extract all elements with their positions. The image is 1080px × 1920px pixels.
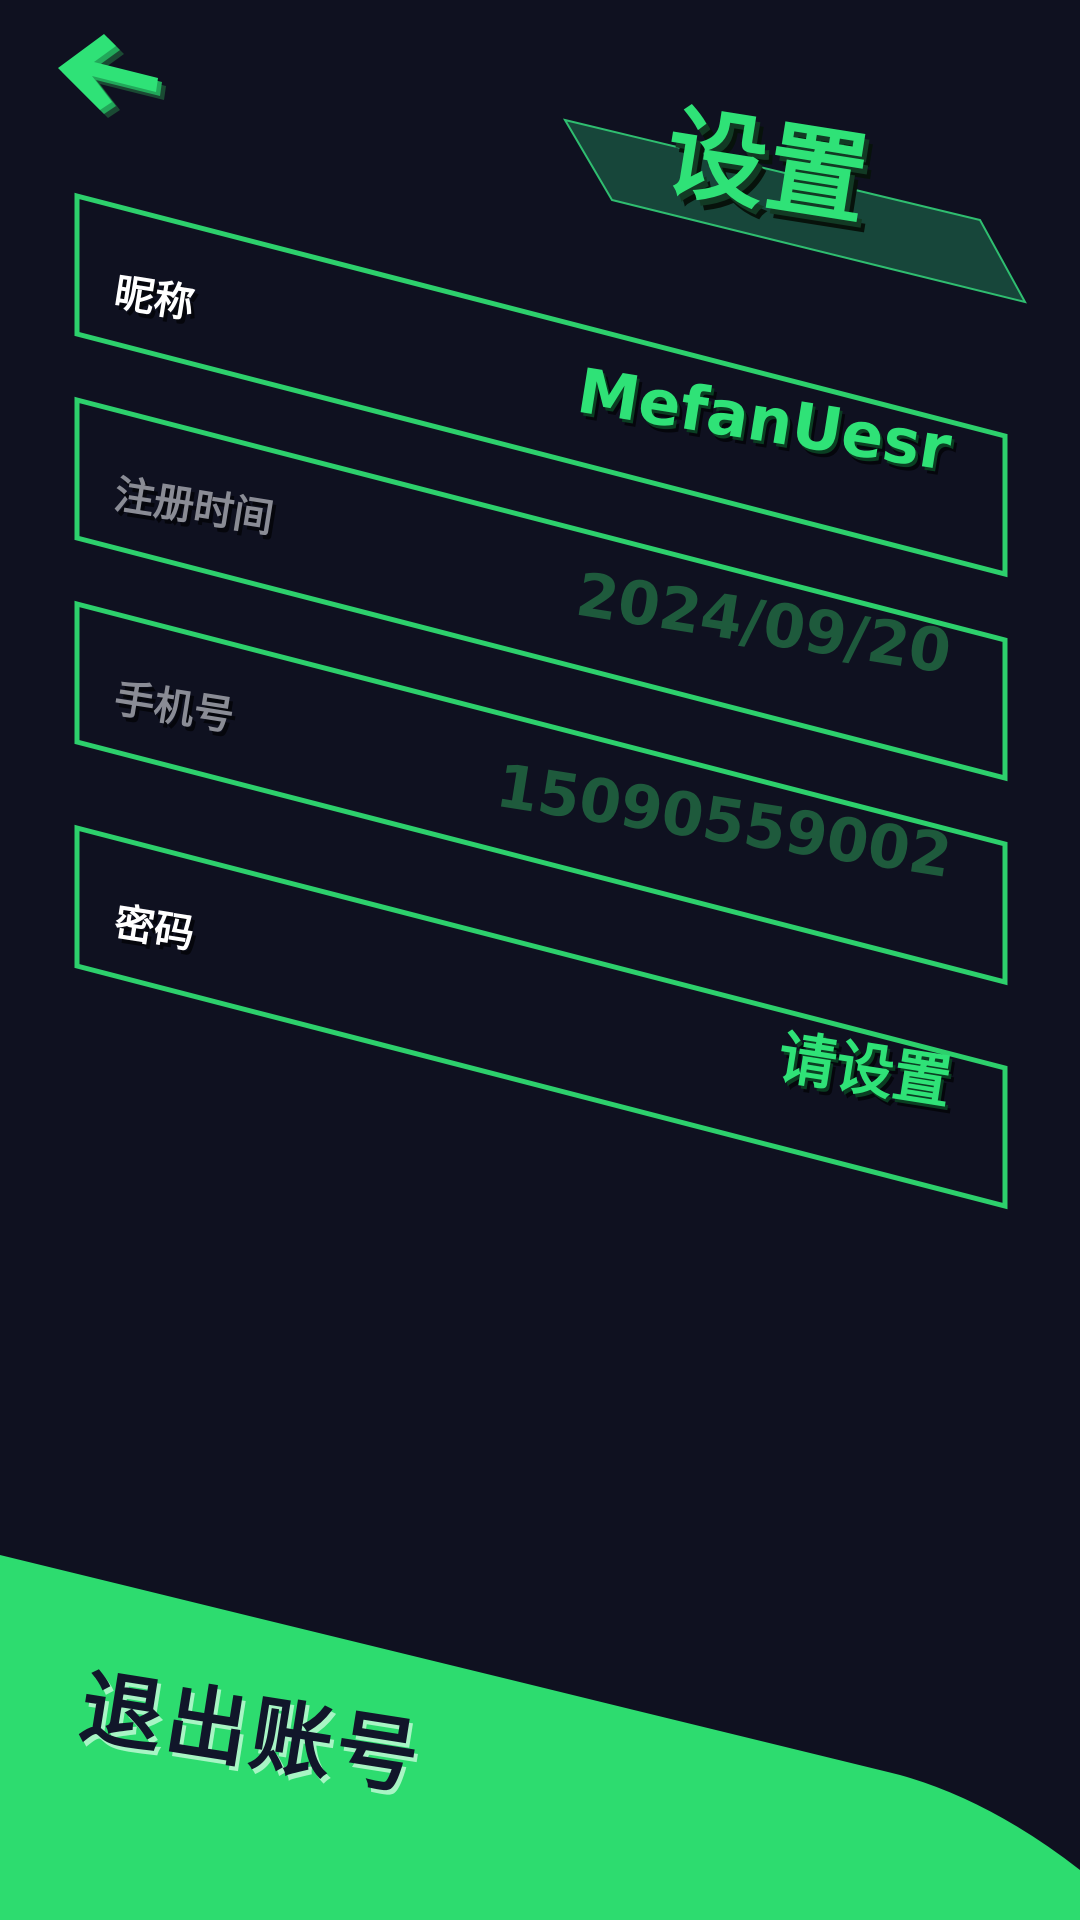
nickname-label: 昵称 (111, 269, 198, 328)
settings-screen: 设置 昵称 MefanUesr 注册时间 2024/09/20 手机号 1509… (0, 0, 1080, 1920)
arrow-left-icon (58, 34, 166, 118)
password-label: 密码 (111, 899, 198, 958)
password-row[interactable] (77, 828, 1005, 1206)
back-button[interactable] (58, 30, 188, 140)
